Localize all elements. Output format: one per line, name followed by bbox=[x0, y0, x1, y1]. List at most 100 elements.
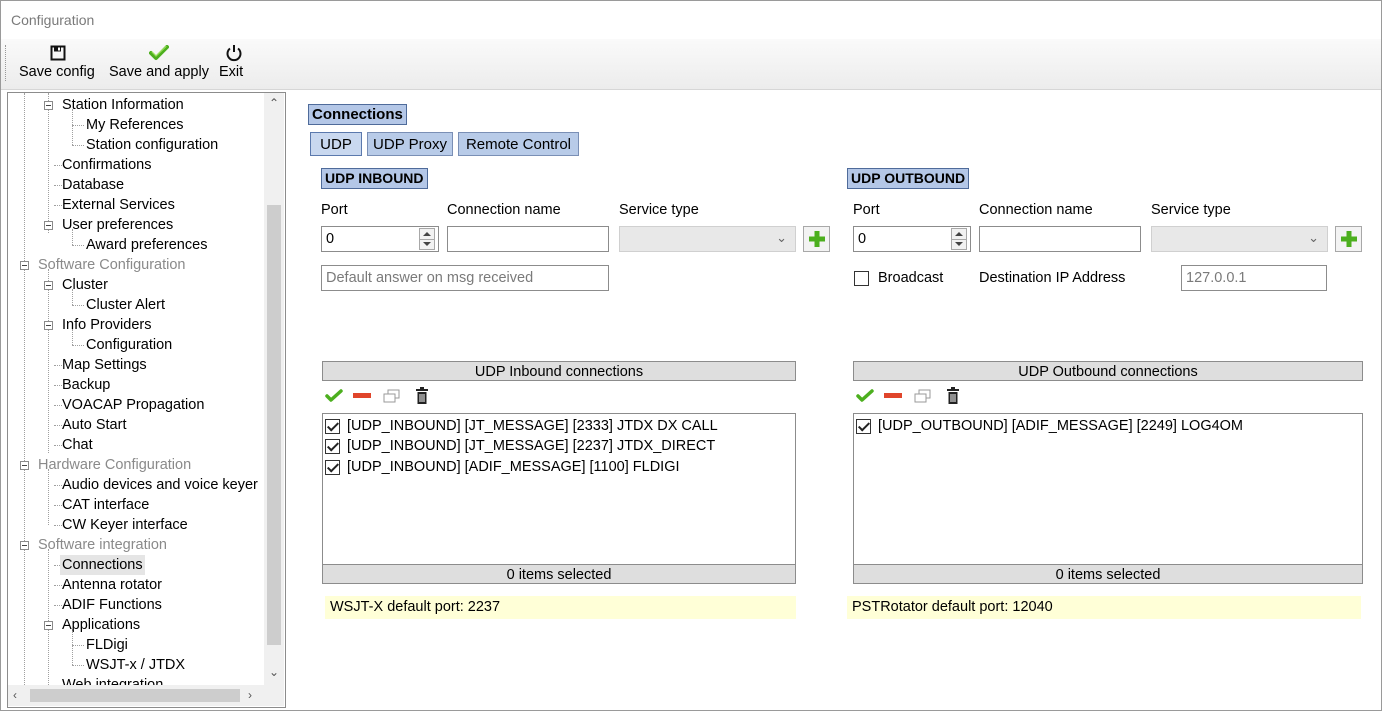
tree-item-info-providers[interactable]: Info Providers bbox=[62, 315, 151, 335]
tree-item-map-settings[interactable]: Map Settings bbox=[62, 355, 147, 375]
tab-udp[interactable]: UDP bbox=[310, 132, 362, 156]
save-and-apply-label: Save and apply bbox=[109, 64, 209, 80]
inbound-connection-name-input[interactable] bbox=[447, 226, 609, 252]
row-checkbox[interactable] bbox=[856, 419, 871, 434]
tree-item-software-integration[interactable]: Software integration bbox=[38, 535, 167, 555]
spin-up-icon[interactable] bbox=[423, 232, 431, 236]
collapse-toggle[interactable] bbox=[44, 221, 53, 230]
tree-item-cluster[interactable]: Cluster bbox=[62, 275, 108, 295]
inbound-service-type-label: Service type bbox=[619, 202, 699, 218]
tree-item-backup[interactable]: Backup bbox=[62, 375, 110, 395]
window-title: Configuration bbox=[11, 12, 95, 28]
tree-item-audio-devices[interactable]: Audio devices and voice keyer bbox=[62, 475, 258, 495]
row-checkbox[interactable] bbox=[325, 419, 340, 434]
spin-down-icon[interactable] bbox=[423, 242, 431, 246]
default-answer-input[interactable]: Default answer on msg received bbox=[321, 265, 609, 291]
tree-item-cat-interface[interactable]: CAT interface bbox=[62, 495, 149, 515]
tree-item-my-references[interactable]: My References bbox=[86, 115, 184, 135]
tab-remote-control[interactable]: Remote Control bbox=[458, 132, 579, 156]
outbound-port-label: Port bbox=[853, 202, 880, 218]
collapse-toggle[interactable] bbox=[20, 261, 29, 270]
outbound-connection-name-input[interactable] bbox=[979, 226, 1141, 252]
tree-vertical-scrollbar[interactable]: ⌃ ⌄ bbox=[264, 93, 284, 685]
tree-item-hardware-configuration[interactable]: Hardware Configuration bbox=[38, 455, 191, 475]
spin-up-icon[interactable] bbox=[955, 232, 963, 236]
outbound-port-spinner[interactable] bbox=[951, 228, 967, 250]
tree-content: Station Information My References Statio… bbox=[8, 93, 264, 685]
tree-item-configuration[interactable]: Configuration bbox=[86, 335, 172, 355]
save-config-button[interactable]: Save config bbox=[19, 43, 97, 85]
destination-ip-label: Destination IP Address bbox=[979, 270, 1126, 286]
tree-item-cw-keyer-interface[interactable]: CW Keyer interface bbox=[62, 515, 188, 535]
tree-item-confirmations[interactable]: Confirmations bbox=[62, 155, 151, 175]
outbound-add-button[interactable] bbox=[1335, 226, 1362, 252]
tree-item-adif-functions[interactable]: ADIF Functions bbox=[62, 595, 162, 615]
wsjtx-default-port-hint: WSJT-X default port: 2237 bbox=[325, 596, 796, 619]
vertical-scroll-thumb[interactable] bbox=[267, 205, 281, 645]
tree-item-user-preferences[interactable]: User preferences bbox=[62, 215, 173, 235]
tree-item-applications[interactable]: Applications bbox=[62, 615, 140, 635]
spin-down-icon[interactable] bbox=[955, 242, 963, 246]
tree-branch-line bbox=[54, 385, 62, 386]
copy-icon[interactable] bbox=[382, 387, 402, 405]
scroll-up-icon[interactable]: ⌃ bbox=[269, 96, 279, 110]
tree-item-cluster-alert[interactable]: Cluster Alert bbox=[86, 295, 165, 315]
trash-icon[interactable] bbox=[943, 387, 963, 405]
scroll-left-icon[interactable]: ‹ bbox=[13, 688, 17, 702]
tree-branch-line bbox=[54, 605, 62, 606]
collapse-toggle[interactable] bbox=[44, 281, 53, 290]
exit-button[interactable]: Exit bbox=[219, 43, 249, 85]
tree-item-auto-start[interactable]: Auto Start bbox=[62, 415, 126, 435]
toolbar-grip[interactable] bbox=[5, 45, 8, 81]
tree-item-station-information[interactable]: Station Information bbox=[62, 95, 184, 115]
tree-branch-line bbox=[72, 665, 84, 666]
row-checkbox[interactable] bbox=[325, 460, 340, 475]
save-and-apply-button[interactable]: Save and apply bbox=[109, 43, 209, 85]
outbound-grid-toolbar bbox=[853, 383, 1363, 409]
inbound-service-type-select[interactable]: ⌄ bbox=[619, 226, 796, 252]
enable-check-icon[interactable] bbox=[855, 387, 875, 405]
tree-item-connections[interactable]: Connections bbox=[60, 555, 145, 575]
save-config-label: Save config bbox=[19, 64, 95, 80]
tree-item-antenna-rotator[interactable]: Antenna rotator bbox=[62, 575, 162, 595]
enable-check-icon[interactable] bbox=[324, 387, 344, 405]
remove-icon[interactable] bbox=[883, 387, 903, 405]
inbound-grid-toolbar bbox=[322, 383, 796, 409]
tab-udp-proxy[interactable]: UDP Proxy bbox=[367, 132, 453, 156]
copy-icon[interactable] bbox=[913, 387, 933, 405]
broadcast-label: Broadcast bbox=[878, 270, 944, 286]
inbound-port-spinner[interactable] bbox=[419, 228, 435, 250]
tree-horizontal-scrollbar[interactable]: ‹ › bbox=[8, 685, 264, 706]
broadcast-checkbox[interactable] bbox=[854, 271, 869, 286]
tree-item-chat[interactable]: Chat bbox=[62, 435, 93, 455]
outbound-connection-name-label: Connection name bbox=[979, 202, 1093, 218]
tree-branch-line bbox=[54, 405, 62, 406]
inbound-add-button[interactable] bbox=[803, 226, 830, 252]
tree-item-wsjtx-jtdx[interactable]: WSJT-x / JTDX bbox=[86, 655, 185, 675]
collapse-toggle[interactable] bbox=[20, 461, 29, 470]
scroll-right-icon[interactable]: › bbox=[248, 688, 252, 702]
collapse-toggle[interactable] bbox=[44, 621, 53, 630]
tree-item-external-services[interactable]: External Services bbox=[62, 195, 175, 215]
collapse-toggle[interactable] bbox=[44, 101, 53, 110]
tree-item-database[interactable]: Database bbox=[62, 175, 124, 195]
row-checkbox[interactable] bbox=[325, 439, 340, 454]
toolbar: Save config Save and apply Exit bbox=[1, 39, 1381, 90]
horizontal-scroll-thumb[interactable] bbox=[30, 689, 240, 702]
remove-icon[interactable] bbox=[352, 387, 372, 405]
tree-item-fldigi[interactable]: FLDigi bbox=[86, 635, 128, 655]
scroll-down-icon[interactable]: ⌄ bbox=[269, 665, 279, 679]
tree-item-voacap-propagation[interactable]: VOACAP Propagation bbox=[62, 395, 204, 415]
tree-item-station-configuration[interactable]: Station configuration bbox=[86, 135, 218, 155]
green-check-icon bbox=[109, 43, 209, 63]
outbound-service-type-select[interactable]: ⌄ bbox=[1151, 226, 1328, 252]
destination-ip-input[interactable]: 127.0.0.1 bbox=[1181, 265, 1327, 291]
collapse-toggle[interactable] bbox=[44, 321, 53, 330]
tree-item-award-preferences[interactable]: Award preferences bbox=[86, 235, 207, 255]
tree-item-web-integration[interactable]: Web integration bbox=[62, 675, 163, 685]
trash-icon[interactable] bbox=[412, 387, 432, 405]
list-item-text: [UDP_INBOUND] [JT_MESSAGE] [2333] JTDX D… bbox=[347, 418, 718, 434]
tree-item-software-configuration[interactable]: Software Configuration bbox=[38, 255, 186, 275]
tree-branch-line bbox=[54, 185, 62, 186]
collapse-toggle[interactable] bbox=[20, 541, 29, 550]
